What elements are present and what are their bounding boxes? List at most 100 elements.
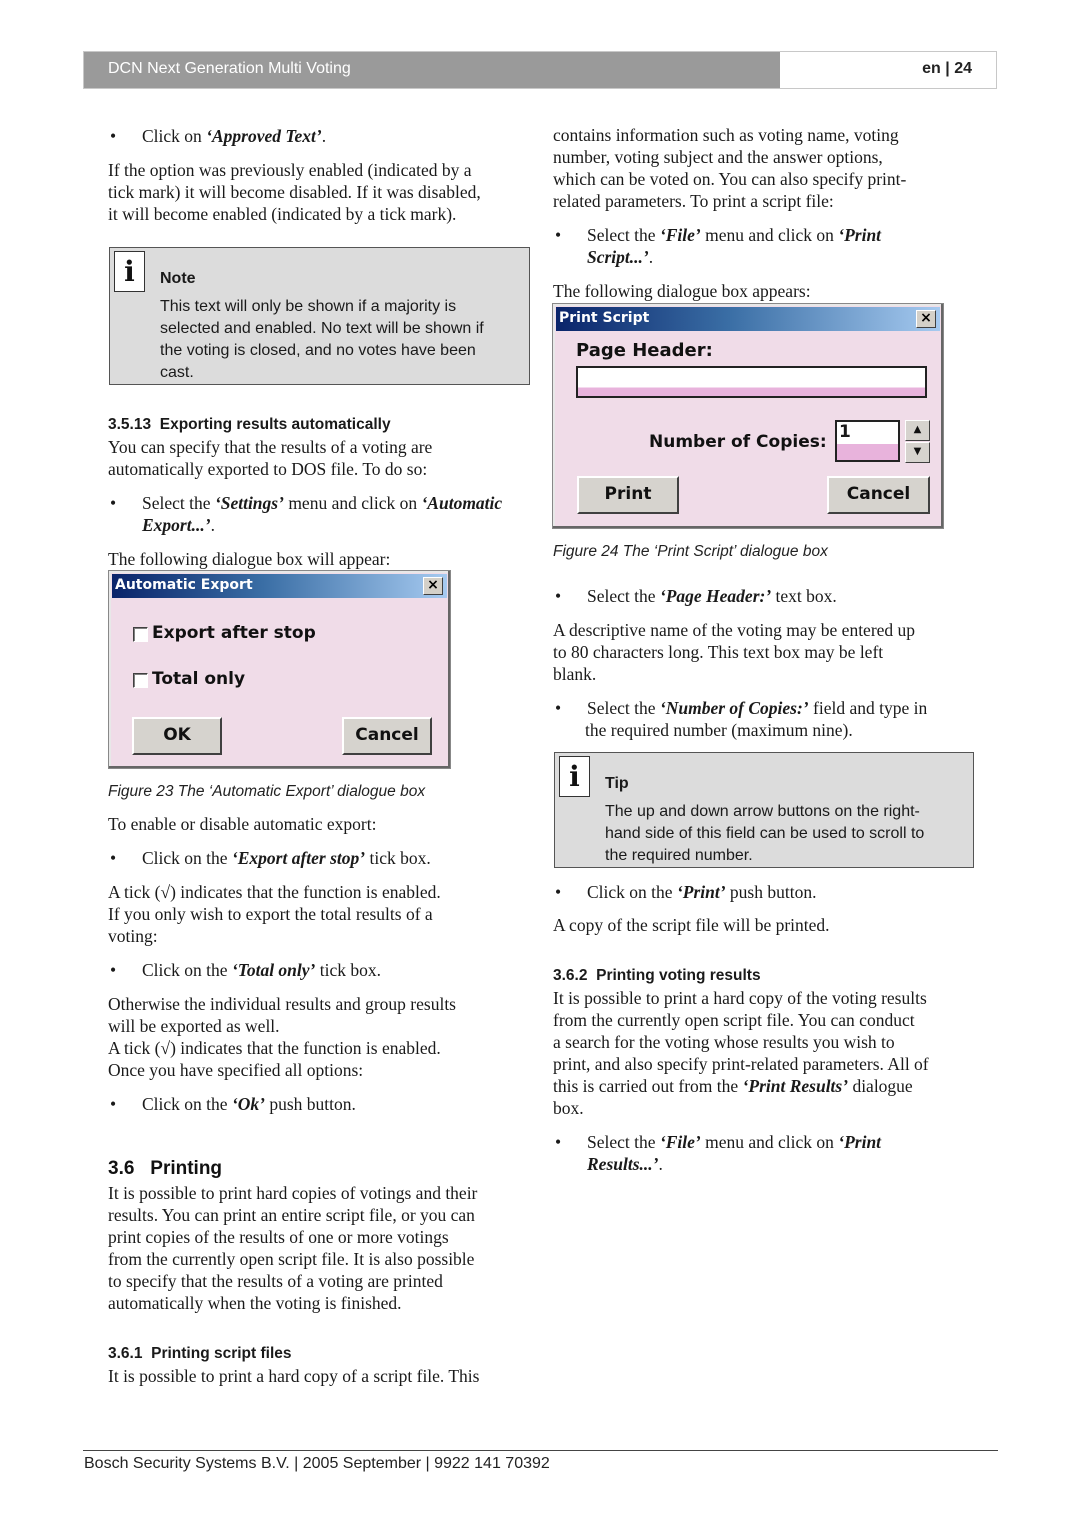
text-line: It is possible to print a hard copy of t… <box>553 988 927 1008</box>
arrow-down-icon[interactable]: ▼ <box>905 442 930 463</box>
emphasis-automatic: ‘Automatic <box>421 493 503 513</box>
bullet-text: Click on the <box>142 848 232 868</box>
note-box: i Note This text will only be shown if a… <box>109 247 530 385</box>
text-line: A descriptive name of the voting may be … <box>553 620 916 640</box>
text-line: automatically exported to DOS file. To d… <box>108 459 428 479</box>
page-number: en | 24 <box>922 60 972 77</box>
bullet-text: menu and click on <box>700 1132 839 1152</box>
section-title: Printing script files <box>151 1345 292 1362</box>
emphasis-total-only: ‘Total only’ <box>231 960 316 980</box>
bullet-dot: • <box>110 960 117 980</box>
note-title: Note <box>160 270 196 287</box>
section-title: Printing <box>150 1158 223 1179</box>
paragraph-enable-disable: To enable or disable automatic export: <box>108 814 377 834</box>
document-title: DCN Next Generation Multi Voting <box>108 60 351 77</box>
bullet-text-end: push button. <box>725 882 817 902</box>
bullet-text: Click on <box>142 126 207 146</box>
paragraph-voting-results: It is possible to print a hard copy of t… <box>553 987 929 1119</box>
paragraph-export-intro: You can specify that the results of a vo… <box>108 436 432 480</box>
tip-line: hand side of this field can be used to s… <box>605 825 925 842</box>
total-only-label[interactable]: Total only <box>152 669 245 689</box>
section-number: 3.5.13 <box>108 416 152 433</box>
bullet-text: Select the <box>142 493 215 513</box>
cancel-button[interactable]: Cancel <box>827 476 930 514</box>
section-heading-3-6-2: 3.6.2 Printing voting results <box>553 967 761 985</box>
dialog-title: Automatic Export <box>115 577 253 593</box>
emphasis-ok: ‘Ok’ <box>231 1094 265 1114</box>
text-line: automatically when the voting is finishe… <box>108 1293 402 1313</box>
text-line: which can be voted on. You can also spec… <box>553 169 907 189</box>
dialog-titlebar: Print Script × <box>556 307 940 331</box>
bullet-text-line2: the required number (maximum nine). <box>585 720 853 740</box>
text-line: a search for the voting whose results yo… <box>553 1032 895 1052</box>
text-line: will be exported as well. <box>108 1016 280 1036</box>
copies-value: 1 <box>839 422 851 442</box>
text-line: results. You can print an entire script … <box>108 1205 475 1225</box>
page-header-input[interactable] <box>576 366 927 398</box>
info-icon: i <box>114 251 145 292</box>
emphasis-approved-text: ‘Approved Text’ <box>206 126 322 146</box>
emphasis-print-results: ‘Print Results’ <box>742 1076 849 1096</box>
section-title: Printing voting results <box>596 967 761 984</box>
text-line: to 80 characters long. This text box may… <box>553 642 884 662</box>
emphasis-page-header: ‘Page Header:’ <box>659 586 772 606</box>
paragraph-option-toggle: If the option was previously enabled (in… <box>108 159 481 225</box>
text-line: blank. <box>553 664 597 684</box>
text-line: A tick (√) indicates that the function i… <box>108 1038 441 1058</box>
tip-box: i Tip The up and down arrow buttons on t… <box>554 752 974 868</box>
text-line: It is possible to print hard copies of v… <box>108 1183 478 1203</box>
section-number: 3.6.2 <box>553 967 588 984</box>
text-line: from the currently open script file. You… <box>553 1010 915 1030</box>
arrow-up-icon[interactable]: ▲ <box>905 420 930 441</box>
bullet-dot: • <box>555 586 562 606</box>
section-heading-3-5-13: 3.5.13 Exporting results automatically <box>108 416 391 434</box>
text-line: contains information such as voting name… <box>553 125 899 145</box>
text-line: this is carried out from the ‘Print Resu… <box>553 1075 929 1097</box>
emphasis-export: Export...’ <box>142 515 211 535</box>
tip-title: Tip <box>605 775 629 792</box>
text-segment: this is carried out from the <box>553 1076 743 1096</box>
copies-input[interactable]: 1 <box>835 420 900 462</box>
emphasis-settings: ‘Settings’ <box>214 493 284 513</box>
bullet-text-end: . <box>210 515 215 535</box>
total-only-checkbox[interactable] <box>133 673 148 688</box>
note-line: selected and enabled. No text will be sh… <box>160 320 484 337</box>
note-line: the voting is closed, and no votes have … <box>160 342 476 359</box>
text-line: print, and also specify print-related pa… <box>553 1054 929 1074</box>
text-line: tick mark) it will become disabled. If i… <box>108 182 481 202</box>
emphasis-print: ‘Print <box>838 1132 882 1152</box>
text-line: from the currently open script file. It … <box>108 1249 475 1269</box>
bullet-text-end: push button. <box>264 1094 356 1114</box>
section-number: 3.6.1 <box>108 1345 143 1362</box>
export-after-stop-label[interactable]: Export after stop <box>152 623 316 643</box>
bullet-text-end: field and type in <box>808 698 928 718</box>
bullet-text: Click on the <box>142 1094 232 1114</box>
export-after-stop-checkbox[interactable] <box>133 627 148 642</box>
print-button[interactable]: Print <box>577 476 679 514</box>
dialog-titlebar: Automatic Export × <box>112 574 447 598</box>
emphasis-print: ‘Print’ <box>676 882 726 902</box>
page-header-label: Page Header: <box>576 340 713 361</box>
text-line: Otherwise the individual results and gro… <box>108 994 456 1014</box>
bullet-text: Select the <box>587 1132 660 1152</box>
bullet-dot: • <box>555 698 562 718</box>
bullet-dot: • <box>555 882 562 902</box>
emphasis-export-after-stop: ‘Export after stop’ <box>231 848 366 868</box>
close-icon[interactable]: × <box>916 310 936 328</box>
bullet-dot: • <box>110 1094 117 1114</box>
close-icon[interactable]: × <box>423 577 443 595</box>
text-line: print copies of the results of one or mo… <box>108 1227 449 1247</box>
automatic-export-dialog: Automatic Export × Export after stop Tot… <box>108 570 451 769</box>
emphasis-file: ‘File’ <box>659 1132 701 1152</box>
section-heading-3-6: 3.6 Printing <box>108 1158 222 1180</box>
info-icon: i <box>559 756 590 797</box>
ok-button[interactable]: OK <box>132 717 222 755</box>
bullet-text: menu and click on <box>283 493 422 513</box>
bullet-text: Select the <box>587 586 660 606</box>
bullet-dot: • <box>110 848 117 868</box>
paragraph-dialog-appears: The following dialogue box appears: <box>553 281 811 301</box>
emphasis-print: ‘Print <box>838 225 882 245</box>
emphasis-results: Results...’ <box>587 1154 659 1174</box>
cancel-button[interactable]: Cancel <box>342 717 432 755</box>
figure-24-caption: Figure 24 The ‘Print Script’ dialogue bo… <box>553 543 828 560</box>
